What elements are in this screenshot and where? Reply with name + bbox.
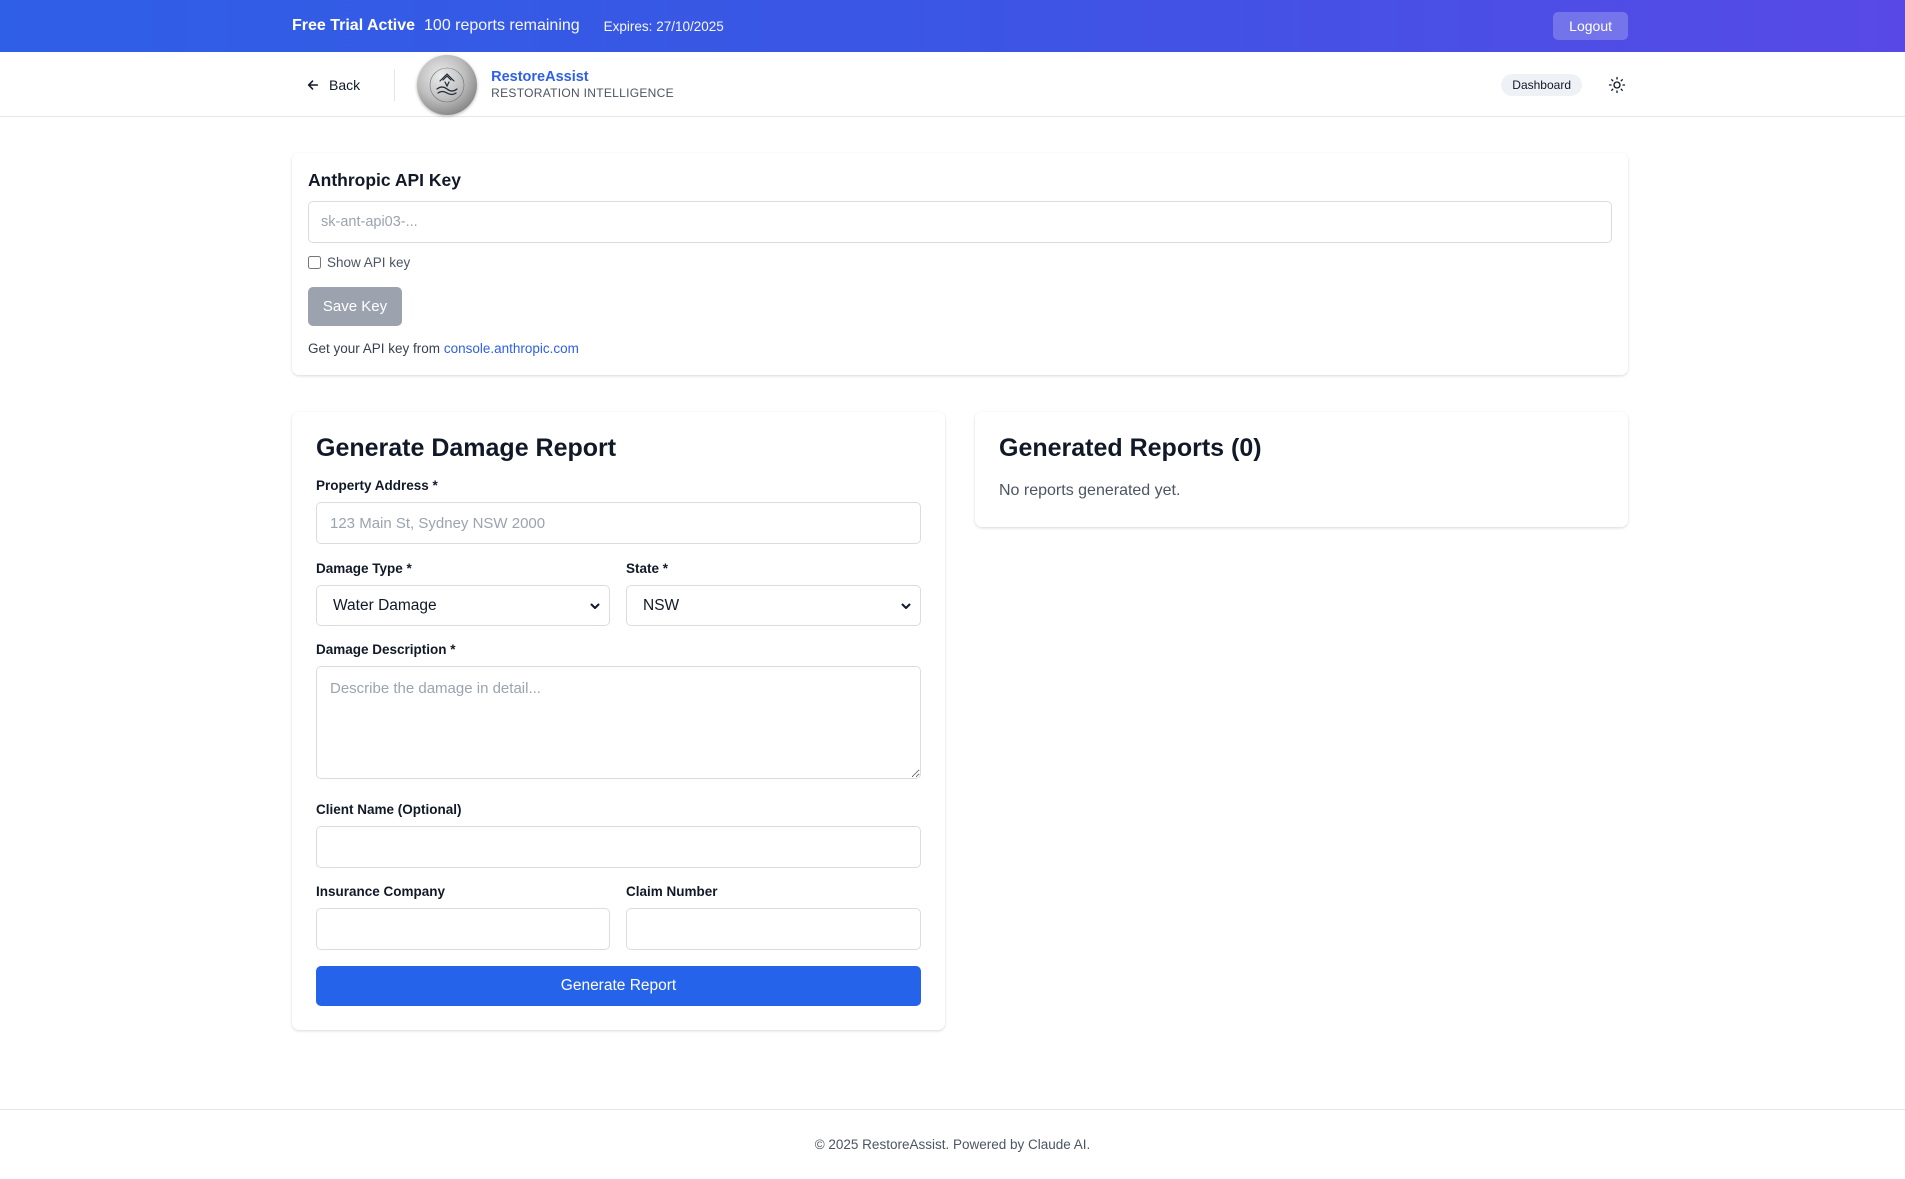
claim-number-input[interactable] [626,908,921,950]
arrow-left-icon [306,78,320,92]
state-label: State * [626,561,669,576]
api-key-card: Anthropic API Key Show API key Save Key … [292,153,1628,375]
chevron-down-icon [901,603,911,609]
chevron-down-icon [590,603,600,609]
generate-report-button[interactable]: Generate Report [316,966,921,1006]
footer: © 2025 RestoreAssist. Powered by Claude … [0,1109,1905,1179]
show-api-key-checkbox[interactable] [308,256,321,269]
no-reports-message: No reports generated yet. [999,482,1181,499]
trial-status: Free Trial Active [292,17,416,34]
property-address-input[interactable] [316,502,921,544]
footer-copyright: © 2025 RestoreAssist. Powered by Claude … [814,1137,1091,1152]
show-api-key-label: Show API key [327,255,411,270]
anthropic-console-link[interactable]: console.anthropic.com [444,341,579,356]
insurance-company-input[interactable] [316,908,610,950]
save-key-button[interactable]: Save Key [308,287,402,326]
damage-report-form: Generate Damage Report Property Address … [292,412,945,1030]
generated-reports-card: Generated Reports (0) No reports generat… [975,412,1628,527]
back-label: Back [329,76,361,93]
header-divider [394,68,396,101]
client-name-input[interactable] [316,826,921,868]
sun-icon [1608,76,1626,94]
damage-type-label: Damage Type * [316,561,412,576]
api-key-help: Get your API key from console.anthropic.… [308,341,579,356]
brand: RestoreAssist RESTORATION INTELLIGENCE [491,69,674,101]
theme-toggle-button[interactable] [1606,74,1628,96]
api-key-input[interactable] [308,201,1612,243]
logout-button[interactable]: Logout [1553,12,1628,40]
restoreassist-logo [417,54,478,115]
generated-reports-title: Generated Reports (0) [999,434,1262,462]
damage-description-label: Damage Description * [316,642,456,657]
brand-name: RestoreAssist [491,68,589,85]
app-header: Back RestoreAssist RESTORATION INTELLIGE… [0,52,1905,117]
property-address-label: Property Address * [316,478,438,493]
state-select[interactable]: NSW [626,585,921,626]
state-value: NSW [643,596,680,614]
damage-type-select[interactable]: Water Damage [316,585,610,626]
claim-number-label: Claim Number [626,884,718,899]
show-api-key-toggle[interactable]: Show API key [308,255,410,270]
api-key-title: Anthropic API Key [308,170,461,190]
back-button[interactable]: Back [292,69,374,101]
dashboard-link[interactable]: Dashboard [1501,73,1582,96]
reports-remaining: 100 reports remaining [424,17,580,34]
trial-banner: Free Trial Active 100 reports remaining … [0,0,1905,52]
api-key-help-text: Get your API key from [308,341,444,356]
damage-description-textarea[interactable] [316,666,921,779]
brand-tagline: RESTORATION INTELLIGENCE [491,86,674,100]
trial-expiry: Expires: 27/10/2025 [603,18,724,34]
damage-type-value: Water Damage [333,596,437,614]
insurance-company-label: Insurance Company [316,884,446,899]
form-title: Generate Damage Report [316,434,617,462]
client-name-label: Client Name (Optional) [316,802,462,817]
